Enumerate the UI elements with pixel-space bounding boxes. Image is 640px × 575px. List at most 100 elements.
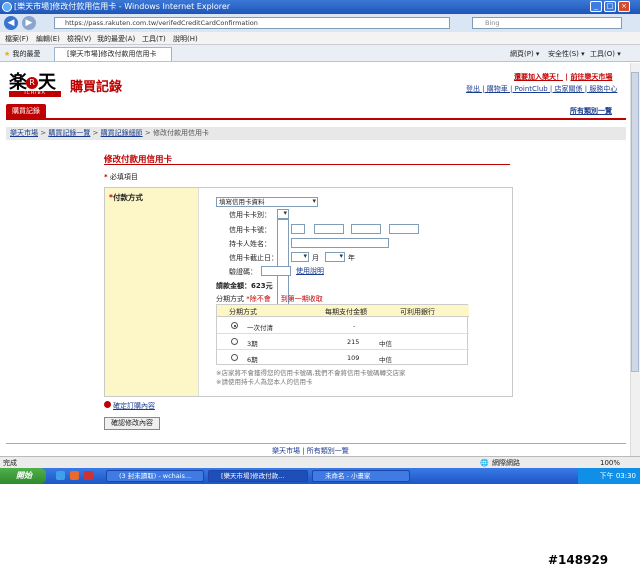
task-outlook[interactable]: (3 封未讀取) - wchais... [106,470,204,482]
menu-bar: 檔案(F) 編輯(E) 檢視(V) 我的最愛(A) 工具(T) 說明(H) [0,32,640,45]
all-categories-link[interactable]: 所有類別一覽 [570,106,612,116]
footer-divider [6,443,626,444]
task-ie[interactable]: [樂天市場]修改付款... [208,470,308,482]
form-notes: ※店家將不會獲得您的信用卡號碼,我們不會將信用卡號碼轉交店家 ※請使用持卡人為您… [216,369,406,387]
start-button[interactable]: 開始 [0,468,46,484]
card-number-field-3[interactable] [351,224,381,234]
clock: 下午 03:30 [599,472,636,480]
installment-row[interactable]: 3期 215 中信 [217,335,469,350]
expiry-month-select[interactable] [291,252,309,262]
quicklaunch-firefox-icon[interactable] [70,471,79,480]
status-bar: 完成 🌐 網際網路 100% [0,456,640,468]
required-star: * [104,173,108,181]
nav-divider [6,118,626,120]
menu-edit[interactable]: 編輯(E) [36,34,60,44]
confirm-order-link[interactable]: 確定訂購內容 [104,401,155,411]
expiry-year-select[interactable] [325,252,345,262]
logo-r: R [26,77,38,89]
charge-amount: 請款金額：623元 [216,282,273,290]
safety-menu-button[interactable]: 安全性(S) ▾ [548,49,585,59]
card-holder-input[interactable] [291,238,389,248]
installment-label: 分期方式 *除不會 到第一期收取 [216,294,323,304]
installment-table: 分期方式 每期支付金額 可利用銀行 一次付清 - 3期 215 中信 6期 10… [216,304,469,366]
menu-help[interactable]: 說明(H) [173,34,198,44]
installment-title: 分期方式 [216,295,244,303]
scrollbar-thumb[interactable] [631,72,639,372]
star-icon: ★ [4,50,11,58]
ccv-label: 驗證碼： [229,268,257,276]
footer-links[interactable]: 樂天市場 | 所有類別一覽 [272,446,349,456]
installment-table-header: 分期方式 每期支付金額 可利用銀行 [217,305,469,317]
system-tray: 下午 03:30 [578,468,640,484]
logo-char2: 天 [38,72,56,93]
back-button[interactable]: ◀ [4,16,18,30]
arrow-circle-icon [104,401,111,408]
task-paint[interactable]: 未命名 - 小畫家 [312,470,410,482]
header-links[interactable]: 登出 | 購物車 | PointClub | 店家關係 | 服務中心 [466,84,617,94]
header-links-text[interactable]: 登出 | 購物車 | PointClub | 店家關係 | 服務中心 [466,85,617,93]
page-title: 購買記錄 [70,80,123,95]
payment-method-label-cell: *付款方式 [105,188,199,396]
payment-method-label: 付款方式 [112,193,143,202]
breadcrumb-current: 修改付款用信用卡 [152,129,209,137]
installment-row[interactable]: 一次付清 - [217,319,469,334]
card-type-select[interactable] [277,209,289,219]
card-number-field-2[interactable] [314,224,344,234]
minimize-button[interactable]: _ [590,1,602,12]
header-join-links: 還要加入樂天！ | 前往樂天市場 [514,73,613,81]
breadcrumb-home[interactable]: 樂天市場 [10,129,38,137]
browser-tab[interactable]: [樂天市場]修改付款用信用卡 [54,47,172,61]
logo-char: 楽 [9,72,27,93]
submit-changes-button[interactable]: 確認修改內容 [104,417,160,430]
installment-row-label: 6期 [247,356,258,364]
breadcrumb: 樂天市場 > 購買記錄一覽 > 購買記錄細節 > 修改付款用信用卡 [6,127,626,140]
installment-row-amount: - [353,322,356,330]
installment-row-bank: 中信 [379,356,392,364]
address-bar[interactable]: https://pass.rakuten.com.tw/verifedCredi… [54,17,450,29]
month-label: 月 [312,254,319,262]
go-market-link[interactable]: 前往樂天市場 [570,73,612,81]
card-number-field-4[interactable] [389,224,419,234]
card-number-field-1[interactable] [291,224,305,234]
maximize-button[interactable]: □ [604,1,616,12]
watermark: #148929 [548,553,609,567]
installment-radio-6[interactable] [231,354,238,361]
ccv-help-link[interactable]: 使用說明 [296,266,324,276]
breadcrumb-list[interactable]: 購買記錄一覽 [48,129,90,137]
tab-purchase-history[interactable]: 購買記錄 [6,104,46,118]
installment-row[interactable]: 6期 109 中信 [217,351,469,366]
card-type-label: 信用卡卡別： [229,211,271,219]
breadcrumb-detail[interactable]: 購買記錄細節 [101,129,143,137]
menu-tools[interactable]: 工具(T) [142,34,166,44]
installment-row-amount: 109 [347,354,360,362]
installment-note: *除不會 [246,295,271,303]
ie-icon [2,2,12,12]
ccv-input[interactable] [261,266,291,276]
col-bank: 可利用銀行 [400,308,435,316]
close-button[interactable]: × [618,1,630,12]
page-menu-button[interactable]: 網頁(P) ▾ [510,49,539,59]
favorites-button[interactable]: ★ 我的最愛 [4,49,41,59]
menu-view[interactable]: 檢視(V) [67,34,91,44]
expiry-label: 信用卡截止日： [229,254,278,262]
tools-menu-button[interactable]: 工具(O) ▾ [590,49,621,59]
section-divider [104,164,510,165]
card-holder-label: 持卡人姓名： [229,240,271,248]
installment-note-2: 到第一期收取 [280,295,323,303]
search-input[interactable]: Bing [472,17,622,29]
installment-radio-full[interactable] [231,322,238,329]
installment-radio-3[interactable] [231,338,238,345]
rakuten-logo[interactable]: 楽R天 ICHIBA [9,68,61,98]
quicklaunch-ie-icon[interactable] [56,471,65,480]
col-amount: 每期支付金額 [325,308,367,316]
forward-button[interactable]: ▶ [22,16,36,30]
menu-file[interactable]: 檔案(F) [5,34,29,44]
installment-row-amount: 215 [347,338,360,346]
payment-type-select[interactable]: 填寫信用卡資料 [216,197,318,207]
col-installment: 分期方式 [229,308,257,316]
installment-row-bank: 中信 [379,340,392,348]
menu-favorites[interactable]: 我的最愛(A) [97,34,135,44]
year-label: 年 [348,254,355,262]
quicklaunch-app-icon[interactable] [84,471,93,480]
join-link[interactable]: 還要加入樂天！ [514,73,563,81]
